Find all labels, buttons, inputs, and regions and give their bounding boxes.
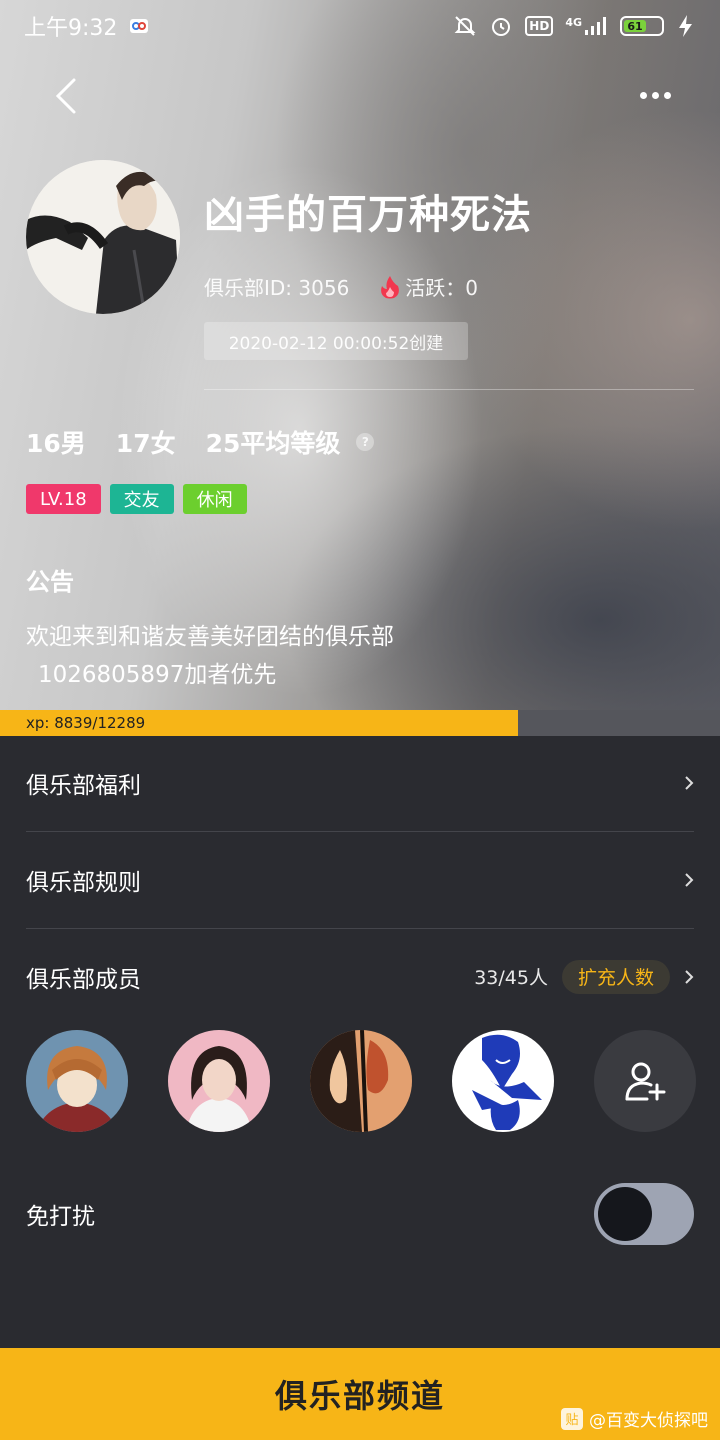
battery-icon: 61 xyxy=(620,16,664,36)
flame-icon xyxy=(379,275,401,299)
member-avatar-image xyxy=(168,1030,270,1132)
club-name: 凶手的百万种死法 xyxy=(204,192,532,238)
menu-item-members[interactable]: 俱乐部成员 33/45人 扩充人数 xyxy=(26,928,694,1025)
alarm-icon xyxy=(489,14,513,38)
menu-item-label: 俱乐部福利 xyxy=(26,772,141,799)
do-not-disturb-row: 免打扰 xyxy=(26,1182,694,1246)
add-member-button[interactable] xyxy=(594,1030,696,1132)
club-hero: 上午9:32 HD 4G 61 凶手的百万种死法 俱乐部ID: 3056 活跃：… xyxy=(0,0,720,710)
notice-line: 1026805897加者优先 xyxy=(38,662,277,688)
back-button[interactable] xyxy=(46,74,86,118)
member-avatar-image xyxy=(26,1030,128,1132)
menu-item-rules[interactable]: 俱乐部规则 xyxy=(26,831,694,928)
tag-social: 交友 xyxy=(109,484,174,514)
more-button[interactable] xyxy=(630,80,680,110)
network-type: 4G xyxy=(565,16,582,29)
club-activity: 活跃：0 xyxy=(405,276,479,300)
status-bar: 上午9:32 HD 4G 61 xyxy=(0,0,720,52)
charging-icon xyxy=(676,14,696,38)
status-time: 上午9:32 xyxy=(24,16,118,41)
chevron-right-icon xyxy=(684,969,694,985)
chevron-right-icon xyxy=(684,775,694,791)
toggle-knob xyxy=(598,1187,652,1241)
tag-level: LV.18 xyxy=(26,484,101,514)
chevron-left-icon xyxy=(55,78,76,114)
do-not-disturb-label: 免打扰 xyxy=(26,1204,95,1230)
average-level: 25平均等级 xyxy=(205,429,341,458)
menu-item-welfare[interactable]: 俱乐部福利 xyxy=(26,734,694,831)
member-avatar-image xyxy=(310,1030,412,1132)
club-meta: 俱乐部ID: 3056 活跃：0 xyxy=(204,272,478,301)
watermark-text: @百变大侦探吧 xyxy=(589,1411,708,1431)
member-avatar[interactable] xyxy=(168,1030,270,1132)
club-avatar-image xyxy=(26,160,180,314)
notice-title: 公告 xyxy=(26,568,74,596)
menu-item-label: 俱乐部成员 xyxy=(26,966,141,993)
tieba-logo-icon: 贴 xyxy=(561,1407,583,1430)
chevron-right-icon xyxy=(684,872,694,888)
club-id: 俱乐部ID: 3056 xyxy=(204,276,350,300)
menu-item-label: 俱乐部规则 xyxy=(26,869,141,896)
member-avatar[interactable] xyxy=(310,1030,412,1132)
watermark: 贴 @百变大侦探吧 xyxy=(561,1406,708,1431)
notice-line: 欢迎来到和谐友善美好团结的俱乐部 xyxy=(26,624,394,650)
do-not-disturb-toggle[interactable] xyxy=(594,1183,694,1245)
tag-casual: 休闲 xyxy=(182,484,247,514)
member-avatar[interactable] xyxy=(26,1030,128,1132)
female-count: 17女 xyxy=(115,429,176,458)
add-user-icon xyxy=(625,1062,666,1101)
created-date: 2020-02-12 00:00:52创建 xyxy=(204,322,468,360)
mute-icon xyxy=(453,14,477,38)
club-avatar[interactable] xyxy=(26,160,180,314)
member-count: 33/45人 xyxy=(474,967,548,989)
more-dots-icon xyxy=(639,91,647,99)
notice-body: 欢迎来到和谐友善美好团结的俱乐部 1026805897加者优先 xyxy=(26,618,394,694)
hd-icon: HD xyxy=(525,16,554,36)
divider xyxy=(204,389,694,390)
member-stats: 16男 17女 25平均等级 ? xyxy=(26,424,375,460)
xp-label: xp: 8839/12289 xyxy=(26,714,146,732)
expand-members-button[interactable]: 扩充人数 xyxy=(561,959,670,994)
battery-level: 61 xyxy=(624,20,646,33)
infinity-app-icon xyxy=(129,18,149,34)
member-avatars xyxy=(26,1030,696,1132)
member-avatar-image xyxy=(452,1030,554,1132)
club-tags: LV.18 交友 休闲 xyxy=(26,484,247,514)
help-icon[interactable]: ? xyxy=(356,433,375,451)
member-avatar[interactable] xyxy=(452,1030,554,1132)
male-count: 16男 xyxy=(26,429,86,458)
signal-icon: 4G xyxy=(565,16,608,36)
xp-progress-bar: xp: 8839/12289 xyxy=(0,710,720,736)
